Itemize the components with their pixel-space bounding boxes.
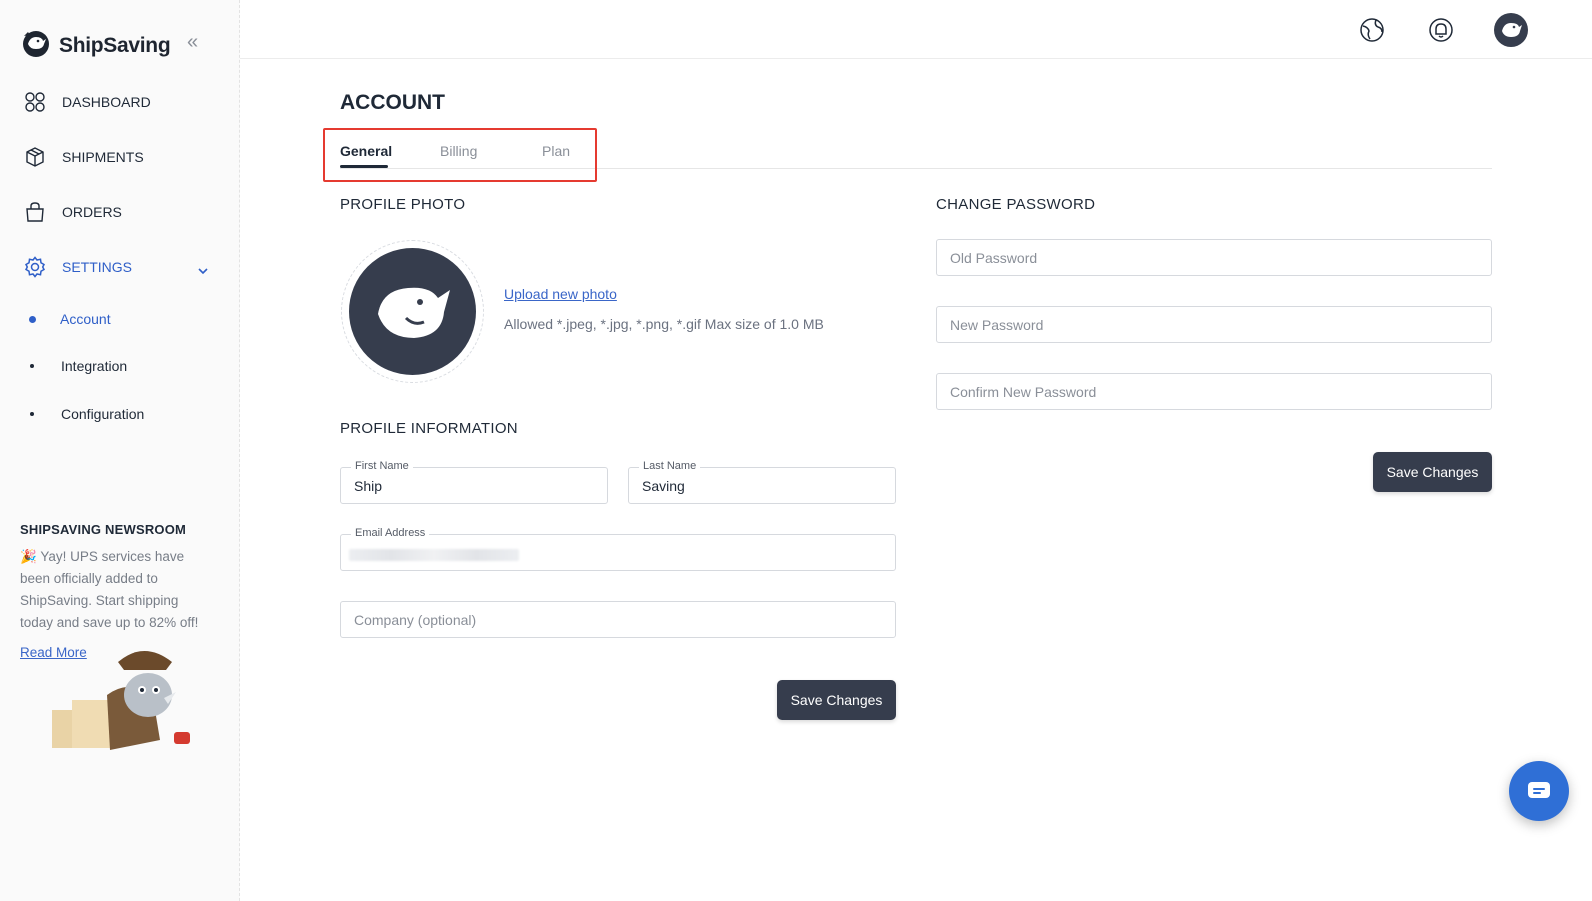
sub-item-integration-label: Integration — [61, 358, 128, 374]
nav-dashboard[interactable]: DASHBOARD — [24, 91, 151, 113]
bullet-dot — [30, 412, 34, 416]
email-redacted — [349, 549, 519, 561]
save-profile-button[interactable]: Save Changes — [777, 680, 896, 720]
newsroom-body: 🎉 Yay! UPS services have been officially… — [20, 546, 210, 634]
bullet-dot — [30, 364, 34, 368]
sub-item-configuration-label: Configuration — [61, 406, 145, 422]
confirm-password-input[interactable] — [937, 374, 1491, 409]
nav-orders[interactable]: ORDERS — [24, 201, 122, 223]
sub-item-integration[interactable]: Integration — [30, 358, 127, 374]
nav-orders-label: ORDERS — [62, 204, 122, 220]
page-title: ACCOUNT — [340, 91, 445, 114]
bell-icon[interactable] — [1427, 16, 1455, 44]
globe-icon[interactable] — [1358, 16, 1386, 44]
profile-photo — [349, 248, 476, 375]
sub-item-configuration[interactable]: Configuration — [30, 406, 144, 422]
nav-settings[interactable]: SETTINGS — [24, 256, 132, 278]
nav-dashboard-label: DASHBOARD — [62, 94, 151, 110]
first-name-field[interactable]: First Name — [340, 460, 608, 504]
company-field[interactable] — [340, 601, 896, 638]
dashboard-icon — [24, 91, 46, 113]
first-name-input[interactable] — [341, 468, 607, 503]
upload-hint: Allowed *.jpeg, *.jpg, *.png, *.gif Max … — [504, 316, 824, 332]
chat-support-button[interactable] — [1509, 761, 1569, 821]
package-icon — [24, 146, 46, 168]
email-field[interactable]: Email Address — [340, 527, 896, 571]
last-name-field[interactable]: Last Name — [628, 460, 896, 504]
tabs-highlight-box — [323, 128, 597, 182]
nav-settings-label: SETTINGS — [62, 259, 133, 275]
bullet-dot — [29, 315, 36, 323]
rhino-avatar-icon — [377, 287, 450, 338]
upload-photo-link[interactable]: Upload new photo — [504, 286, 617, 302]
chat-icon — [1528, 782, 1550, 798]
user-avatar[interactable] — [1494, 13, 1528, 47]
party-icon: 🎉 — [20, 549, 37, 564]
confirm-password-field[interactable] — [936, 373, 1492, 410]
newsroom-title: SHIPSAVING NEWSROOM — [20, 522, 187, 537]
last-name-input[interactable] — [629, 468, 895, 503]
profile-photo-frame[interactable] — [341, 240, 484, 383]
nav-shipments-label: SHIPMENTS — [62, 149, 144, 165]
save-password-button[interactable]: Save Changes — [1373, 452, 1492, 492]
brand-name: ShipSaving — [59, 33, 171, 57]
last-name-label: Last Name — [639, 460, 701, 472]
company-input[interactable] — [341, 602, 895, 637]
rhino-logo-icon — [19, 28, 53, 63]
nav-shipments[interactable]: SHIPMENTS — [24, 146, 144, 168]
sub-item-account[interactable]: Account — [29, 311, 111, 327]
old-password-field[interactable] — [936, 239, 1492, 276]
profile-photo-heading: PROFILE PHOTO — [340, 196, 466, 213]
chevron-down-icon[interactable] — [197, 263, 209, 281]
sidebar: ShipSaving « DASHBOARD SHIPMENTS ORDERS — [0, 0, 240, 901]
old-password-input[interactable] — [937, 240, 1491, 275]
profile-information-heading: PROFILE INFORMATION — [340, 420, 518, 437]
new-password-field[interactable] — [936, 306, 1492, 343]
email-label: Email Address — [351, 527, 430, 539]
topbar — [240, 0, 1592, 59]
sub-item-account-label: Account — [60, 311, 111, 327]
rhino-mascot-image — [52, 640, 202, 760]
shopping-bag-icon — [24, 201, 46, 223]
first-name-label: First Name — [351, 460, 413, 472]
brand-logo[interactable]: ShipSaving — [19, 28, 171, 63]
gear-icon — [24, 256, 46, 278]
change-password-heading: CHANGE PASSWORD — [936, 196, 1096, 213]
newsroom-text: Yay! UPS services have been officially a… — [20, 549, 199, 630]
new-password-input[interactable] — [937, 307, 1491, 342]
collapse-sidebar-button[interactable]: « — [187, 32, 198, 52]
